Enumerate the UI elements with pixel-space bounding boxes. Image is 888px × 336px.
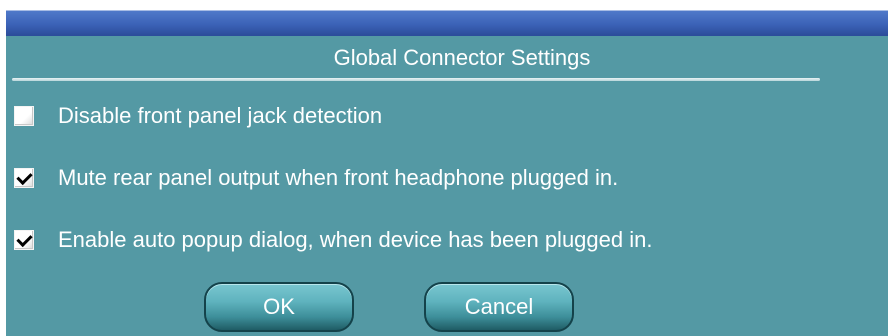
option-row-enable-auto-popup-dialog[interactable]: Enable auto popup dialog, when device ha… [6, 222, 888, 262]
section-divider [12, 78, 820, 81]
disable-front-panel-jack-detection-label[interactable]: Disable front panel jack detection [58, 98, 382, 134]
disable-front-panel-jack-detection-checkbox[interactable] [14, 106, 34, 126]
window-title-bar[interactable] [6, 0, 888, 36]
option-row-mute-rear-panel-output[interactable]: Mute rear panel output when front headph… [6, 160, 888, 200]
enable-auto-popup-dialog-label[interactable]: Enable auto popup dialog, when device ha… [58, 222, 652, 258]
global-connector-settings-dialog: Global Connector Settings Disable front … [0, 0, 888, 336]
enable-auto-popup-dialog-checkbox[interactable] [14, 230, 34, 250]
option-row-disable-front-panel-jack-detection[interactable]: Disable front panel jack detection [6, 98, 888, 138]
section-title: Global Connector Settings [333, 45, 591, 70]
mute-rear-panel-output-label[interactable]: Mute rear panel output when front headph… [58, 160, 618, 196]
cancel-button[interactable]: Cancel [424, 282, 574, 332]
mute-rear-panel-output-checkbox[interactable] [14, 168, 34, 188]
ok-button[interactable]: OK [204, 282, 354, 332]
